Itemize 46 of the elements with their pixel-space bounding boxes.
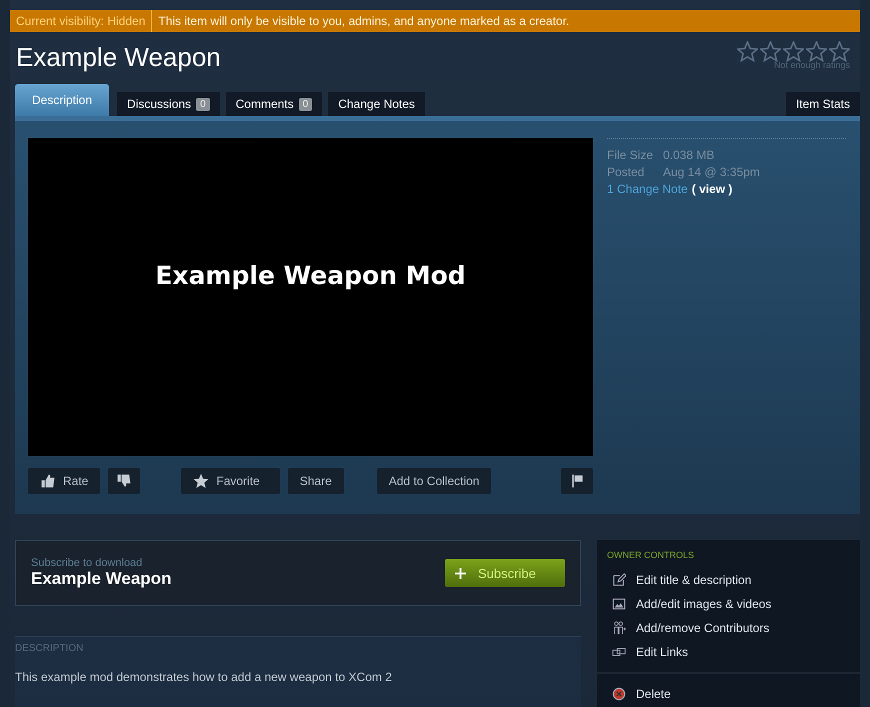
star-icon — [806, 41, 827, 62]
people-icon — [612, 621, 626, 635]
star-icon — [783, 41, 804, 62]
owner-control-link[interactable]: Add/remove Contributors — [607, 616, 770, 640]
tab[interactable]: Description — [15, 84, 110, 116]
description-text: This example mod demonstrates how to add a new weapon to XCom 2 — [15, 670, 393, 684]
delete-link[interactable]: Delete — [607, 682, 671, 706]
thumbs-down-icon — [116, 473, 132, 489]
detail-label: Posted — [607, 164, 646, 181]
star-icon — [760, 41, 781, 62]
owner-control-link[interactable]: Edit title & description — [607, 568, 752, 592]
tab[interactable]: Discussions 0 — [117, 92, 220, 116]
view-link[interactable]: ( view ) — [692, 181, 732, 198]
link-icon — [612, 645, 626, 659]
subscribe-caption: Subscribe to download — [31, 557, 144, 569]
star-icon — [193, 473, 210, 489]
favorite-button[interactable]: Favorite — [181, 468, 280, 494]
preview-text: Example Weapon Mod — [155, 260, 466, 290]
action-button[interactable]: Share — [288, 468, 344, 494]
star-icon — [829, 41, 850, 62]
thumbs-up-icon — [40, 473, 56, 489]
plus-icon — [455, 568, 466, 578]
delete-icon — [612, 687, 626, 701]
star-icon — [737, 41, 758, 62]
tab[interactable]: Comments 0 — [226, 92, 322, 116]
tab[interactable]: Change Notes — [328, 92, 425, 116]
rating-caption: Not enough ratings — [774, 60, 850, 70]
subscribe-item-name: Example Weapon — [31, 569, 172, 589]
visibility-message: This item will only be visible to you, admins, and anyone marked as a creator. — [157, 14, 570, 28]
owner-control-link[interactable]: Edit Links — [607, 640, 688, 664]
action-button[interactable]: Add to Collection — [376, 468, 492, 494]
detail-value: Aug 14 @ 3:35pm — [663, 164, 760, 181]
item-stats-tab[interactable]: Item Stats — [786, 92, 860, 116]
description-heading: DESCRIPTION — [15, 642, 84, 654]
item-title: Example Weapon — [16, 42, 221, 73]
owner-controls-heading: OWNER CONTROLS — [607, 550, 696, 560]
thumbs-down-button[interactable] — [108, 468, 140, 494]
flag-icon — [569, 473, 585, 489]
pencil-icon — [612, 573, 626, 587]
rate-button[interactable]: Rate — [28, 468, 100, 494]
report-button[interactable] — [561, 468, 593, 494]
visibility-label: Current visibility: Hidden — [10, 10, 152, 32]
owner-control-link[interactable]: Add/edit images & videos — [607, 592, 772, 616]
detail-label: File Size — [607, 147, 654, 164]
image-icon — [612, 597, 626, 611]
detail-value: 0.038 MB — [663, 147, 714, 164]
